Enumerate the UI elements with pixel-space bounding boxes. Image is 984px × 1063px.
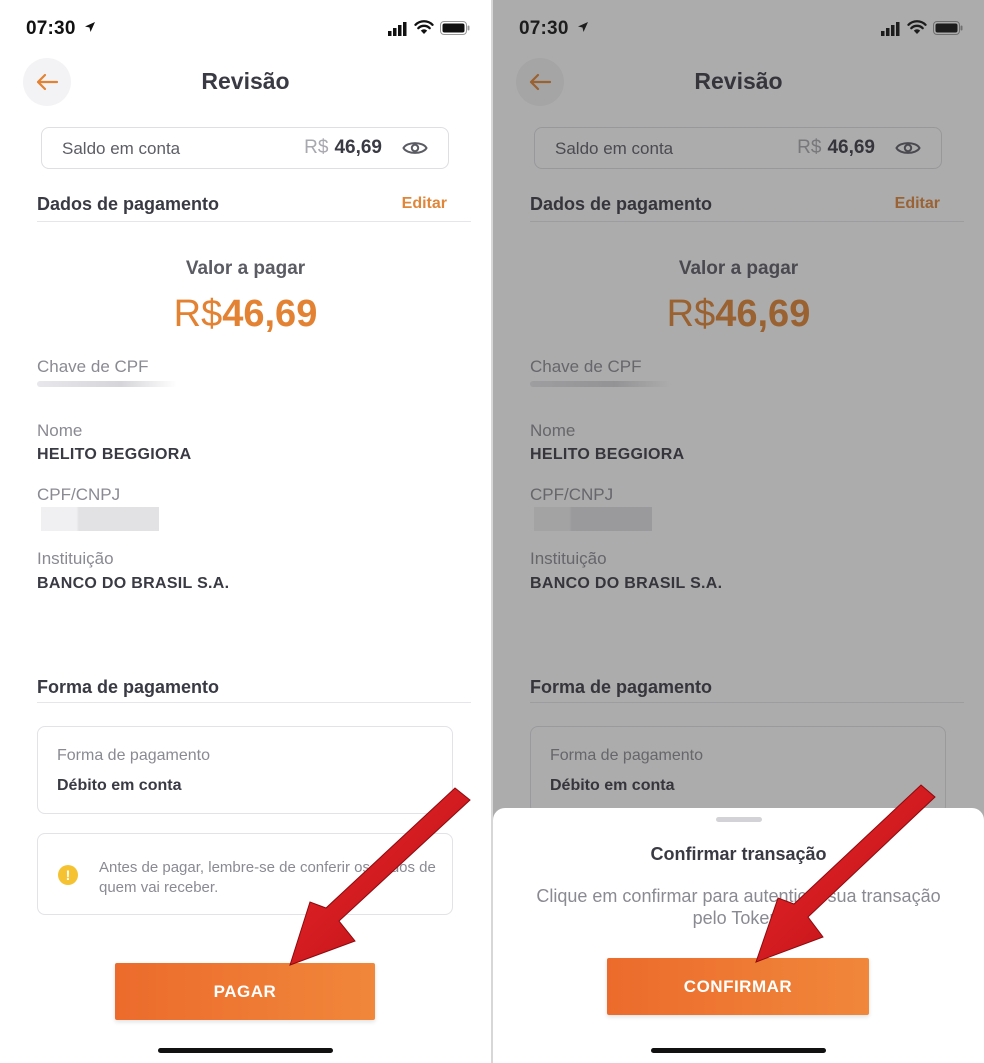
sheet-description: Clique em confirmar para autenticar sua …	[536, 886, 941, 928]
warning-icon: !	[58, 865, 78, 885]
eye-icon[interactable]	[402, 137, 428, 159]
cellular-signal-icon	[388, 22, 407, 36]
balance-amount: 46,69	[334, 137, 382, 158]
institution-value: BANCO DO BRASIL S.A.	[37, 575, 230, 592]
battery-icon	[440, 21, 470, 35]
blurred-key-value	[37, 381, 177, 387]
location-icon	[85, 22, 95, 32]
sheet-grabber[interactable]	[716, 817, 762, 822]
amount-currency: R$	[173, 293, 223, 335]
divider	[37, 702, 471, 703]
balance-box: Saldo em conta R$ 46,69	[41, 127, 449, 169]
key-label: Chave de CPF	[37, 357, 149, 376]
section-title-payment-data: Dados de pagamento	[37, 194, 220, 214]
amount-value: R$46,69	[0, 293, 491, 336]
pay-button[interactable]: PAGAR	[115, 963, 375, 1020]
name-label: Nome	[37, 421, 83, 440]
blurred-document-value	[41, 507, 159, 531]
amount-number: 46,69	[222, 293, 318, 335]
payment-method-value: Débito em conta	[57, 777, 182, 794]
warning-text: Antes de pagar, lembre-se de conferir os…	[99, 859, 436, 896]
confirm-button[interactable]: CONFIRMAR	[607, 958, 869, 1015]
warning-card: ! Antes de pagar, lembre-se de conferir …	[37, 833, 453, 915]
divider	[37, 221, 471, 222]
balance-label: Saldo em conta	[62, 139, 181, 158]
status-time: 07:30	[26, 18, 76, 39]
home-indicator	[651, 1048, 826, 1053]
status-bar: 07:30	[0, 0, 491, 56]
payment-method-card[interactable]: Forma de pagamento Débito em conta	[37, 726, 453, 814]
balance-value: R$ 46,69	[304, 137, 382, 159]
page-title: Revisão	[201, 68, 290, 94]
confirm-screen: 07:30 Revisão Saldo em conta R$ 46,69 Dad…	[493, 0, 984, 1063]
name-value: HELITO BEGGIORA	[37, 446, 192, 463]
sheet-title: Confirmar transação	[650, 844, 827, 864]
balance-currency: R$	[304, 137, 329, 158]
wifi-icon	[414, 20, 434, 34]
review-screen: 07:30 Revisão Saldo em conta R$ 46,69 Dad…	[0, 0, 491, 1063]
confirm-bottom-sheet: Confirmar transação Clique em confirmar …	[493, 808, 984, 1063]
edit-link[interactable]: Editar	[402, 195, 447, 213]
payment-method-label: Forma de pagamento	[57, 747, 210, 764]
document-label: CPF/CNPJ	[37, 485, 121, 504]
home-indicator	[158, 1048, 333, 1053]
section-title-payment-method: Forma de pagamento	[37, 677, 220, 697]
amount-label: Valor a pagar	[185, 258, 306, 279]
institution-label: Instituição	[37, 549, 114, 568]
